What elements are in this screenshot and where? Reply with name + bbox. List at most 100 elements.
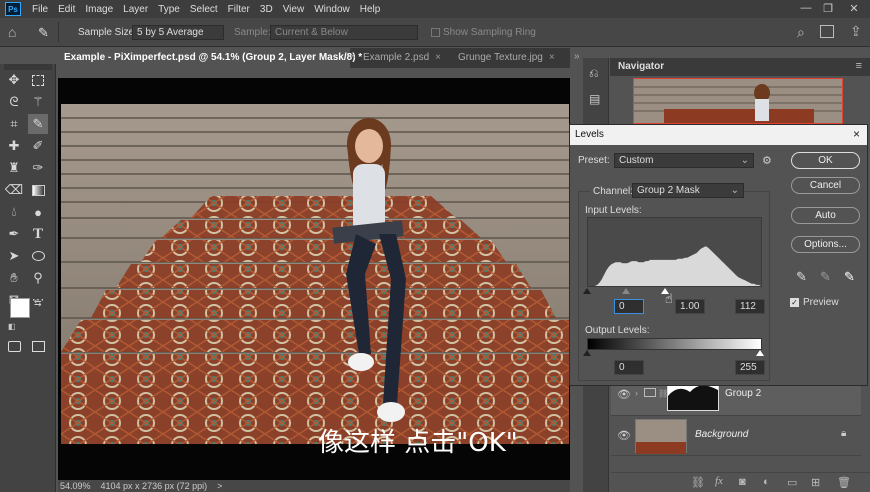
navigator-thumbnail[interactable] [633,78,843,124]
sample-select[interactable]: Current & Below [270,25,418,40]
white-eyedropper-icon[interactable]: ✎ [844,269,855,285]
visibility-eye-icon[interactable]: 👁︎ [617,429,631,442]
channel-select[interactable]: Group 2 Mask ⌄ [632,183,744,198]
healing-brush-icon[interactable]: ✚ [4,136,24,156]
output-white-field[interactable]: 255 [735,360,765,375]
sample-size-select[interactable]: 5 by 5 Average [132,25,224,40]
show-ring-checkbox[interactable] [431,28,440,37]
eyedropper-tool-icon[interactable]: ✎ [28,114,48,134]
move-tool-icon[interactable]: ✥ [4,70,24,90]
output-black-field[interactable]: 0 [614,360,644,375]
zoom-tool-icon[interactable]: ⚲ [28,268,48,288]
input-white-field[interactable]: 112 [735,299,765,314]
input-gamma-slider[interactable] [622,288,630,294]
preset-gear-icon[interactable]: ⚙ [762,154,772,167]
dodge-tool-icon[interactable]: ● [28,202,48,222]
preset-select[interactable]: Custom ⌄ [614,153,754,168]
menu-3d[interactable]: 3D [255,4,278,15]
tab-close-icon[interactable]: × [435,52,441,63]
crop-tool-icon[interactable]: ⌗ [4,114,24,134]
expand-group-icon[interactable]: › [635,388,638,398]
mouse-cursor-icon: ☝︎ [665,291,673,306]
menu-view[interactable]: View [278,4,310,15]
eraser-tool-icon[interactable]: ⌫ [4,180,24,200]
visibility-eye-icon[interactable]: 👁︎ [617,388,631,401]
link-layers-icon[interactable]: ⛓ [691,476,705,489]
panel-menu-icon[interactable]: ≡ [856,60,862,72]
levels-title-bar[interactable]: Levels × [570,125,867,145]
preview-checkbox[interactable]: ✓ [790,298,799,307]
black-eyedropper-icon[interactable]: ✎ [796,269,807,285]
tab-example-2[interactable]: Example 2.psd × [357,48,447,68]
auto-button[interactable]: Auto [791,207,860,224]
menu-help[interactable]: Help [355,4,386,15]
menu-file[interactable]: File [27,4,53,15]
properties-panel-icon[interactable]: ▤ [589,92,600,106]
gray-eyedropper-icon[interactable]: ✎ [820,269,831,285]
gradient-tool-icon[interactable] [28,180,48,200]
status-menu-arrow[interactable]: > [217,481,222,491]
chevron-down-icon: ⌄ [730,185,739,196]
output-gradient [587,338,762,350]
navigator-preview [634,79,842,123]
type-tool-icon[interactable]: T [28,224,48,244]
delete-layer-icon[interactable]: 🗑︎ [837,476,851,489]
marquee-tool-icon[interactable] [28,70,48,90]
menu-image[interactable]: Image [80,4,118,15]
tab-grunge-texture[interactable]: Grunge Texture.jpg × [452,48,561,68]
tab-overflow-icon[interactable]: » [574,51,580,62]
fx-icon[interactable]: fx [715,475,723,487]
input-gamma-field[interactable]: 1.00 [675,299,705,314]
menu-layer[interactable]: Layer [118,4,153,15]
quick-mask-icon[interactable] [4,336,24,356]
output-white-slider[interactable] [756,350,764,356]
menu-select[interactable]: Select [185,4,223,15]
history-panel-icon[interactable]: ⎌ [589,66,599,81]
path-selection-icon[interactable]: ➤ [4,246,24,266]
layer-background[interactable]: 👁︎ Background 🔒︎ [611,416,861,456]
ellipse-tool-icon[interactable] [28,246,48,266]
folder-icon [644,388,656,397]
input-black-slider[interactable] [583,288,591,294]
default-colors-icon[interactable]: ◧ [8,322,16,331]
menu-edit[interactable]: Edit [53,4,80,15]
share-icon[interactable]: ⇪ [850,23,862,40]
levels-close-icon[interactable]: × [853,127,860,141]
cancel-button[interactable]: Cancel [791,177,860,194]
menu-window[interactable]: Window [309,4,355,15]
new-group-icon[interactable]: ▭ [787,476,797,489]
new-layer-icon[interactable]: ⊞ [811,476,820,489]
blur-tool-icon[interactable]: 💧︎ [4,202,24,222]
maximize-icon[interactable]: ❐ [818,0,838,16]
adjustment-layer-icon[interactable]: ◐ [763,476,770,488]
screen-mode-icon[interactable] [28,336,48,356]
lasso-tool-icon[interactable]: ᘓ [4,92,24,112]
output-black-slider[interactable] [583,350,591,356]
swap-colors-icon[interactable]: ⇆ [34,298,42,309]
history-brush-icon[interactable]: ✑ [28,158,48,178]
zoom-level[interactable]: 54.09% [60,481,91,491]
minimize-icon[interactable]: — [796,0,816,16]
add-mask-icon[interactable]: ◙ [739,476,746,488]
close-window-icon[interactable]: ✕ [844,0,864,16]
magic-wand-tool-icon[interactable]: ⚚ [28,92,48,112]
tab-close-icon[interactable]: × [350,51,356,71]
tab-close-icon[interactable]: × [549,52,555,63]
input-black-field[interactable]: 0 [614,299,644,314]
home-icon[interactable]: ⌂ [8,24,16,40]
search-icon[interactable]: ⌕ [797,24,805,41]
workspace-icon[interactable] [820,25,834,38]
foreground-color-swatch[interactable] [10,298,30,318]
clone-stamp-icon[interactable]: ♜ [4,158,24,178]
tab-example[interactable]: Example - PiXimperfect.psd @ 54.1% (Grou… [58,48,362,68]
brush-tool-icon[interactable]: ✐ [28,136,48,156]
menu-filter[interactable]: Filter [223,4,255,15]
lock-icon: 🔒︎ [841,428,847,439]
ok-button[interactable]: OK [791,152,860,169]
eyedropper-preset-icon[interactable]: ✎ [38,25,49,41]
hand-tool-icon[interactable]: ✋︎ [4,268,24,288]
photoshop-logo: Ps [5,2,21,16]
pen-tool-icon[interactable]: ✒ [4,224,24,244]
options-button[interactable]: Options... [791,236,860,253]
menu-type[interactable]: Type [153,4,185,15]
